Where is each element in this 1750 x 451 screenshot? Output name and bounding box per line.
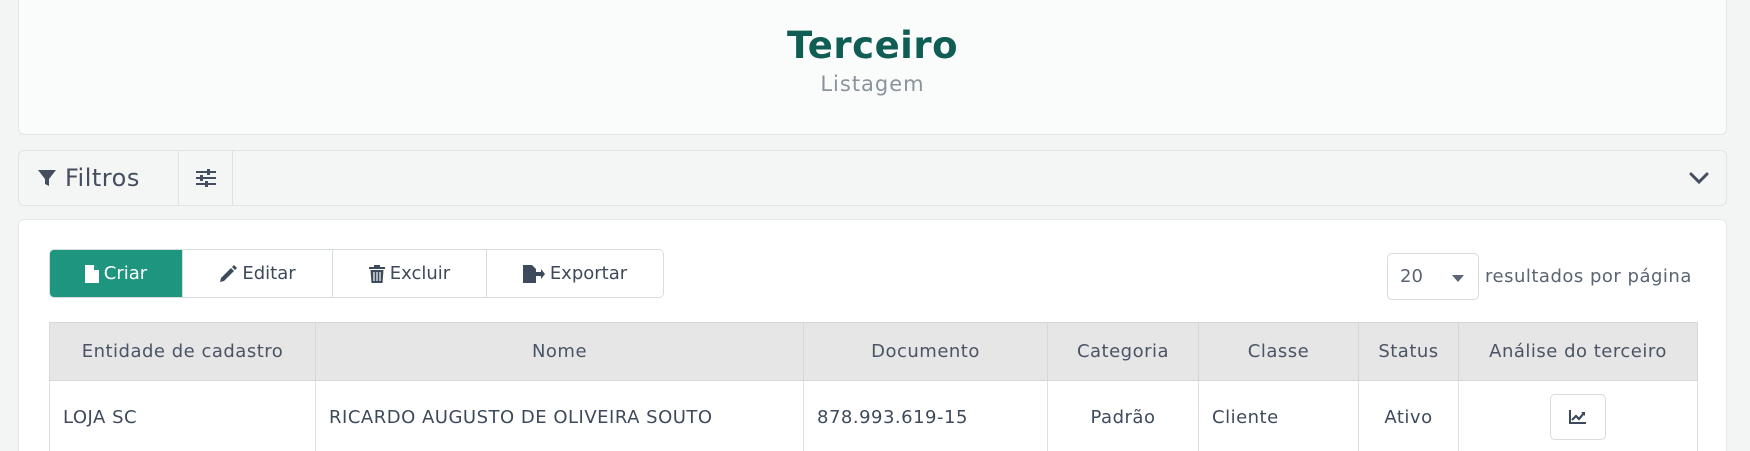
column-header-name[interactable]: Nome xyxy=(315,322,804,381)
page-size-label: resultados por página xyxy=(1485,266,1692,287)
column-header-category[interactable]: Categoria xyxy=(1047,322,1199,381)
create-button[interactable]: Criar xyxy=(50,250,183,297)
delete-button[interactable]: Excluir xyxy=(333,250,487,297)
file-export-icon xyxy=(522,264,545,283)
trash-icon xyxy=(368,264,385,283)
filter-settings-button[interactable] xyxy=(179,151,233,205)
filters-label: Filtros xyxy=(65,164,140,192)
pencil-icon xyxy=(220,264,238,282)
cell-class: Cliente xyxy=(1198,380,1359,451)
chevron-down-icon xyxy=(1689,172,1709,184)
export-button[interactable]: Exportar xyxy=(487,250,663,297)
table-row[interactable]: LOJA SC RICARDO AUGUSTO DE OLIVEIRA SOUT… xyxy=(49,380,1698,451)
file-icon xyxy=(84,264,99,283)
column-header-class[interactable]: Classe xyxy=(1198,322,1359,381)
column-header-document[interactable]: Documento xyxy=(803,322,1048,381)
page-header: Terceiro Listagem xyxy=(18,0,1727,135)
list-card: Criar Editar Excluir Exportar 20 resulta… xyxy=(18,219,1727,451)
analysis-button[interactable] xyxy=(1550,394,1606,440)
page-subtitle: Listagem xyxy=(820,72,925,96)
edit-label: Editar xyxy=(242,263,296,284)
table-header-row: Entidade de cadastro Nome Documento Cate… xyxy=(49,322,1698,381)
export-label: Exportar xyxy=(549,263,628,284)
column-header-analysis: Análise do terceiro xyxy=(1458,322,1698,381)
action-toolbar: Criar Editar Excluir Exportar xyxy=(49,249,664,298)
delete-label: Excluir xyxy=(389,263,451,284)
create-label: Criar xyxy=(103,263,148,284)
cell-entity: LOJA SC xyxy=(49,380,316,451)
caret-down-icon xyxy=(1452,275,1464,282)
cell-analysis xyxy=(1458,380,1698,451)
expand-filters-button[interactable] xyxy=(1686,166,1712,190)
cell-category: Padrão xyxy=(1047,380,1199,451)
column-header-entity[interactable]: Entidade de cadastro xyxy=(49,322,316,381)
cell-name: RICARDO AUGUSTO DE OLIVEIRA SOUTO xyxy=(315,380,804,451)
page-size-select[interactable]: 20 xyxy=(1387,253,1479,300)
column-header-status[interactable]: Status xyxy=(1358,322,1459,381)
page-title: Terceiro xyxy=(786,24,959,67)
chart-line-icon xyxy=(1569,410,1586,424)
page-size-value: 20 xyxy=(1400,266,1423,287)
filter-bar: Filtros xyxy=(18,150,1727,206)
filter-icon xyxy=(38,170,56,186)
edit-button[interactable]: Editar xyxy=(183,250,333,297)
sliders-icon xyxy=(195,169,216,187)
third-party-table: Entidade de cadastro Nome Documento Cate… xyxy=(49,322,1698,451)
cell-status: Ativo xyxy=(1358,380,1459,451)
cell-document: 878.993.619-15 xyxy=(803,380,1048,451)
filters-toggle[interactable]: Filtros xyxy=(19,151,179,205)
